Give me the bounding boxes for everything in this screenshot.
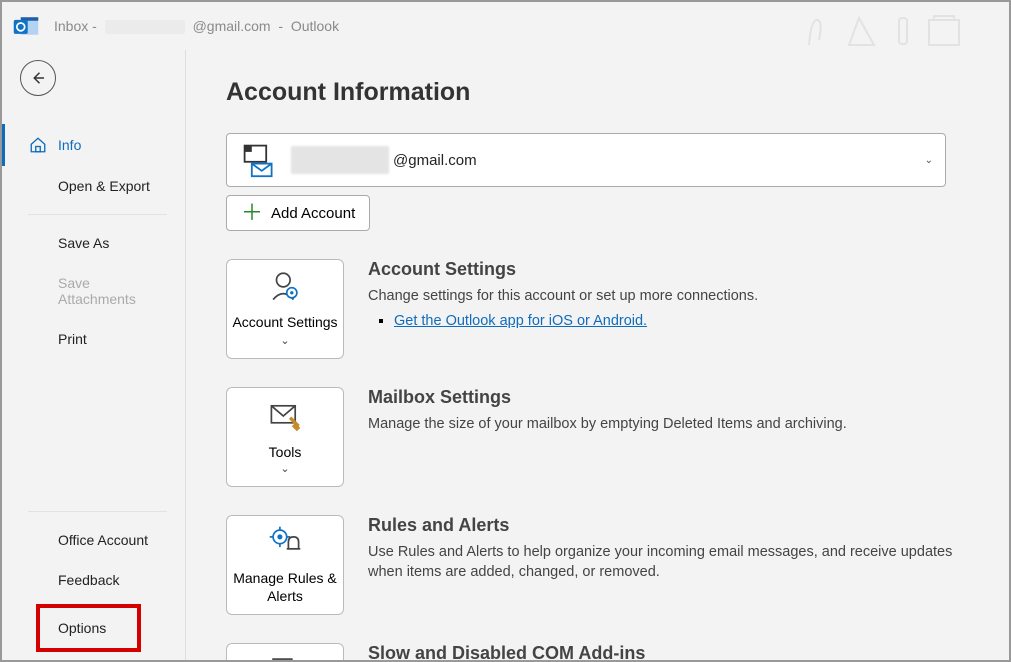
section-title: Slow and Disabled COM Add-ins [368, 643, 787, 660]
decorative-header-icons [799, 10, 999, 55]
section-title: Mailbox Settings [368, 387, 847, 408]
tile-label: Account Settings ⌄ [227, 314, 343, 349]
sidebar-item-info[interactable]: Info [2, 124, 185, 166]
sidebar-item-feedback[interactable]: Feedback [2, 560, 185, 600]
content-pane: Account Information @gmail.com ⌄ ＋ Add A… [186, 50, 1009, 660]
redacted-email-user [105, 20, 185, 34]
sidebar-item-office-account[interactable]: Office Account [2, 520, 185, 560]
envelope-broom-icon [265, 399, 305, 438]
sidebar-label: Info [58, 137, 81, 153]
section-account-settings: Account Settings ⌄ Account Settings Chan… [226, 259, 969, 359]
chevron-down-icon: ⌄ [280, 462, 289, 475]
section-com-addins: Slow and Disabled COM Add-ins Manage COM… [226, 643, 969, 660]
window-title: Inbox - @gmail.com - Outlook [54, 18, 339, 34]
sidebar-label: Office Account [58, 532, 148, 548]
outlook-app-link[interactable]: Get the Outlook app for iOS or Android. [394, 313, 647, 329]
sidebar-item-options[interactable]: Options [40, 608, 137, 648]
sidebar-label: Save Attachments [58, 275, 167, 307]
redacted-email-user [291, 146, 389, 174]
section-mailbox-settings: Tools ⌄ Mailbox Settings Manage the size… [226, 387, 969, 487]
sidebar-label: Print [58, 331, 87, 347]
home-icon [28, 136, 48, 154]
tile-label: Tools [269, 444, 302, 462]
account-selector-dropdown[interactable]: @gmail.com ⌄ [226, 133, 946, 187]
section-desc: Change settings for this account or set … [368, 286, 758, 306]
outlook-logo-icon [12, 12, 40, 40]
sidebar-item-print[interactable]: Print [2, 319, 185, 359]
person-gear-icon [265, 269, 305, 308]
section-title: Account Settings [368, 259, 758, 280]
add-account-button[interactable]: ＋ Add Account [226, 195, 370, 231]
section-rules-alerts: Manage Rules & Alerts Rules and Alerts U… [226, 515, 969, 615]
sidebar-divider [28, 511, 167, 512]
account-email-suffix: @gmail.com [393, 152, 477, 169]
sidebar-item-open-export[interactable]: Open & Export [2, 166, 185, 206]
section-title: Rules and Alerts [368, 515, 969, 536]
account-envelope-icon [241, 142, 277, 178]
gear-bell-icon [265, 525, 305, 564]
title-bar: Inbox - @gmail.com - Outlook [2, 2, 1009, 50]
chevron-down-icon: ⌄ [925, 155, 933, 166]
tile-account-settings[interactable]: Account Settings ⌄ [226, 259, 344, 359]
sidebar-item-save-as[interactable]: Save As [2, 223, 185, 263]
page-title: Account Information [226, 78, 969, 107]
sidebar-label: Options [58, 620, 106, 636]
tile-manage-rules-alerts[interactable]: Manage Rules & Alerts [226, 515, 344, 615]
tile-com-addins[interactable] [226, 643, 344, 660]
options-highlight-box: Options [36, 604, 141, 652]
list-gear-icon [265, 654, 305, 661]
plus-icon: ＋ [241, 202, 263, 224]
sidebar-label: Save As [58, 235, 109, 251]
add-account-label: Add Account [271, 205, 355, 222]
sidebar-label: Open & Export [58, 178, 150, 194]
back-button[interactable] [20, 60, 56, 96]
backstage-sidebar: Info Open & Export Save As Save Attachme… [2, 50, 186, 660]
sidebar-divider [28, 214, 167, 215]
section-desc: Use Rules and Alerts to help organize yo… [368, 542, 969, 583]
tile-tools[interactable]: Tools ⌄ [226, 387, 344, 487]
tile-label: Manage Rules & Alerts [227, 570, 343, 605]
sidebar-label: Feedback [58, 572, 119, 588]
section-desc: Manage the size of your mailbox by empty… [368, 414, 847, 434]
sidebar-item-save-attachments: Save Attachments [2, 263, 185, 319]
chevron-down-icon: ⌄ [280, 335, 289, 347]
